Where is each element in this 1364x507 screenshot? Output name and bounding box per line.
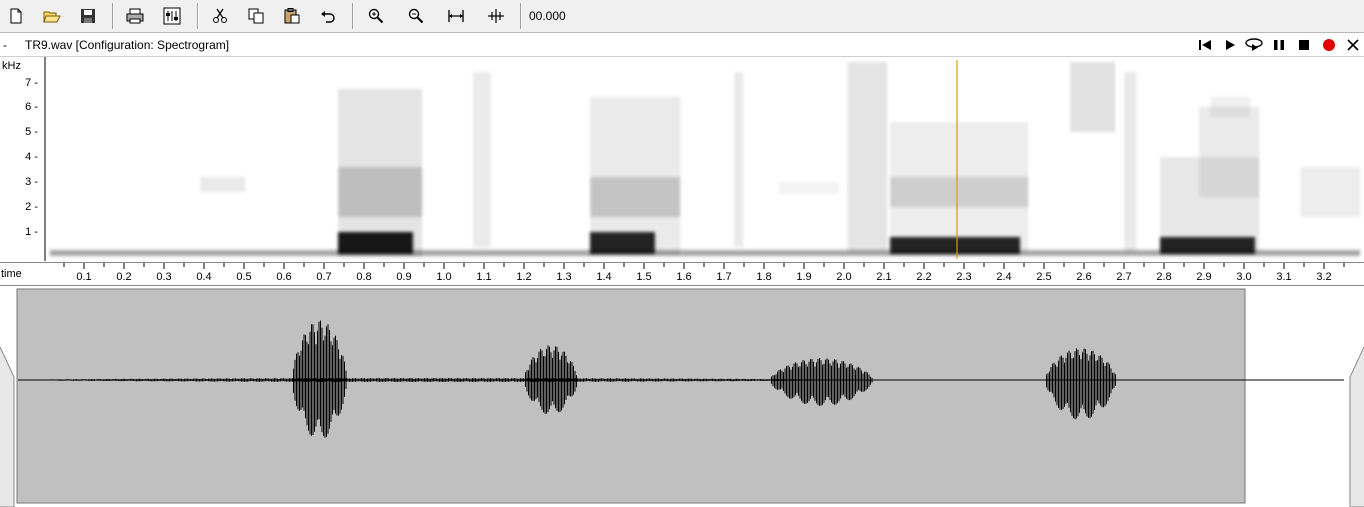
zoom-out-icon[interactable] [404, 4, 428, 28]
toolbar-separator [520, 3, 522, 29]
time-tick-label: 2.0 [836, 271, 851, 283]
cut-icon[interactable] [208, 4, 232, 28]
time-tick-label: 1.7 [716, 271, 731, 283]
skip-to-start-icon[interactable] [1195, 36, 1215, 54]
time-tick-label: 2.9 [1196, 271, 1211, 283]
time-readout: 00.000 [529, 9, 566, 23]
zoom-selection-icon[interactable] [484, 4, 508, 28]
spectral-energy [338, 167, 423, 217]
pause-icon[interactable] [1269, 36, 1289, 54]
time-tick-label: 1.3 [556, 271, 571, 283]
new-file-icon[interactable] [4, 4, 28, 28]
spectral-energy [890, 237, 1020, 254]
time-tick-label: 2.2 [916, 271, 931, 283]
zoom-in-icon[interactable] [364, 4, 388, 28]
time-tick-label: 0.7 [316, 271, 331, 283]
time-tick-label: 0.1 [76, 271, 91, 283]
time-tick-label: 2.4 [996, 271, 1011, 283]
toolbar: 00.000 [0, 0, 1364, 33]
time-tick-label: 1.9 [796, 271, 811, 283]
time-tick-label: 2.7 [1116, 271, 1131, 283]
spectral-energy [590, 177, 680, 217]
time-tick-label: 3.2 [1316, 271, 1331, 283]
spectral-energy [1070, 62, 1115, 132]
save-icon[interactable] [76, 4, 100, 28]
document-title: TR9.wav [Configuration: Spectrogram] [25, 38, 230, 52]
document-titlebar: - TR9.wav [Configuration: Spectrogram] [0, 33, 1364, 57]
time-tick-label: 2.1 [876, 271, 891, 283]
loop-play-icon[interactable] [1244, 36, 1264, 54]
paste-icon[interactable] [280, 4, 304, 28]
time-tick-label: 0.2 [116, 271, 131, 283]
visible-region-highlight [16, 288, 1246, 504]
spectral-energy [735, 72, 743, 247]
toolbar-separator [352, 3, 354, 29]
spectral-energy [590, 97, 680, 255]
record-icon[interactable] [1319, 36, 1339, 54]
time-axis-ticks: 0.1 0.2 0.3 0.4 0.5 0.6 0.7 0.8 0.9 1.0 1.1 1.2 1.3 1… [63, 263, 1345, 283]
scroll-left-arrow [0, 346, 15, 507]
time-tick-label: 1.1 [476, 271, 491, 283]
time-tick-label: 2.8 [1156, 271, 1171, 283]
play-icon[interactable] [1220, 36, 1240, 54]
spectrogram-canvas[interactable] [0, 57, 1364, 261]
time-tick-label: 2.3 [956, 271, 971, 283]
time-tick-label: 0.4 [196, 271, 211, 283]
time-tick-label: 1.5 [636, 271, 651, 283]
spectral-energy [1160, 237, 1255, 254]
spectrogram-panel[interactable]: kHz 7 -6 -5 -4 -3 -2 -1 - [0, 57, 1364, 261]
open-folder-icon[interactable] [40, 4, 64, 28]
waveform-canvas[interactable] [0, 287, 1364, 507]
time-tick-label: 1.6 [676, 271, 691, 283]
spectral-energy [780, 182, 840, 194]
time-tick-label: 1.0 [436, 271, 451, 283]
time-tick-label: 3.1 [1276, 271, 1291, 283]
spectral-energy [1300, 167, 1360, 217]
spectral-energy [1210, 97, 1250, 117]
spectral-energy [474, 72, 490, 247]
time-tick-label: 1.8 [756, 271, 771, 283]
time-tick-label: 0.5 [236, 271, 251, 283]
copy-icon[interactable] [244, 4, 268, 28]
time-axis: time 0.1 0.2 0.3 0.4 0.5 0.6 0.7 0.8 0.9 1.0 1.1 1.… [0, 262, 1364, 286]
toolbar-separator [197, 3, 199, 29]
spectral-energy [847, 62, 887, 252]
system-menu-dash[interactable]: - [3, 38, 7, 52]
toolbar-separator [112, 3, 114, 29]
spectral-energy [1200, 107, 1260, 197]
print-icon[interactable] [123, 4, 147, 28]
spectral-energy [200, 177, 245, 192]
waveform-panel[interactable] [0, 287, 1364, 507]
undo-icon[interactable] [316, 4, 340, 28]
time-tick-label: 3.0 [1236, 271, 1251, 283]
time-tick-label: 2.6 [1076, 271, 1091, 283]
zoom-fit-icon[interactable] [444, 4, 468, 28]
spectral-energy [338, 232, 413, 254]
time-tick-label: 1.2 [516, 271, 531, 283]
spectral-energy [890, 177, 1028, 207]
time-tick-label: 2.5 [1036, 271, 1051, 283]
close-icon[interactable] [1343, 36, 1363, 54]
scroll-right-arrow [1349, 346, 1364, 507]
spectral-energy [590, 232, 655, 254]
time-tick-label: 0.3 [156, 271, 171, 283]
time-tick-label: 0.9 [396, 271, 411, 283]
time-tick-label: 0.8 [356, 271, 371, 283]
time-tick-label: 1.4 [596, 271, 611, 283]
stop-icon[interactable] [1294, 36, 1314, 54]
settings-icon[interactable] [160, 4, 184, 28]
time-tick-label: 0.6 [276, 271, 291, 283]
spectral-energy [1125, 72, 1137, 252]
